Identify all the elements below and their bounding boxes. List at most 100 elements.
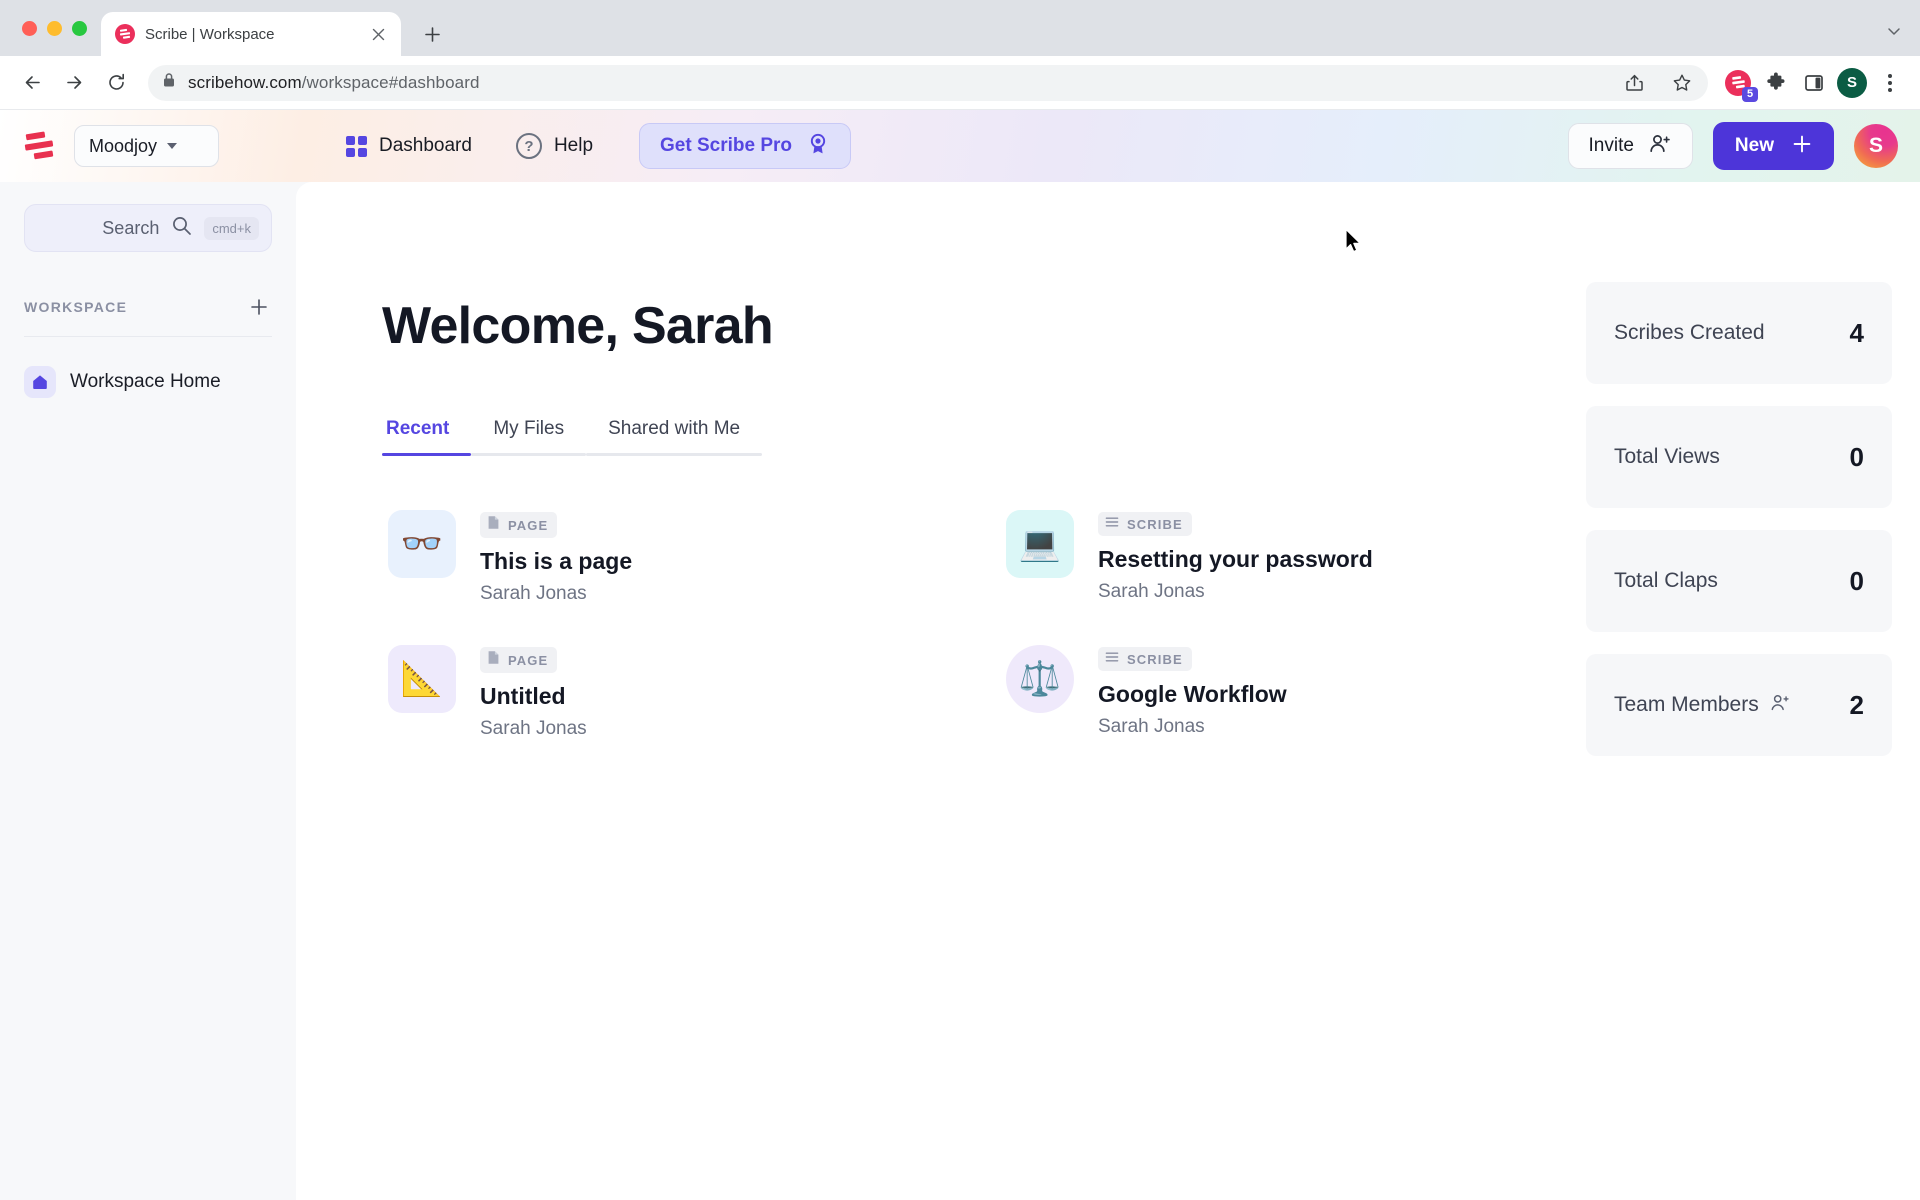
item-author: Sarah Jonas bbox=[1098, 716, 1205, 737]
workspace-selector[interactable]: Moodjoy bbox=[74, 125, 219, 167]
browser-tab[interactable]: Scribe | Workspace bbox=[101, 12, 401, 56]
recent-items-grid: 👓 PAGE This is a page Sarah Jonas 💻 SCRI… bbox=[382, 500, 1562, 750]
invite-label: Invite bbox=[1588, 135, 1634, 156]
workspace-name: Moodjoy bbox=[89, 135, 158, 156]
document-icon bbox=[487, 650, 500, 670]
bookmark-star-icon[interactable] bbox=[1666, 67, 1698, 99]
get-scribe-pro-label: Get Scribe Pro bbox=[660, 135, 793, 156]
list-icon bbox=[1105, 515, 1119, 533]
nav-item-help-label: Help bbox=[553, 135, 594, 156]
user-plus-icon bbox=[1648, 132, 1672, 161]
add-workspace-item-button[interactable] bbox=[246, 294, 272, 320]
stat-label: Scribes Created bbox=[1614, 321, 1765, 344]
maximize-window-button[interactable] bbox=[72, 20, 87, 36]
forward-icon[interactable] bbox=[56, 65, 92, 101]
status-badge: SCRIBE bbox=[1098, 647, 1192, 671]
sidebar-section-workspace: WORKSPACE bbox=[24, 294, 272, 337]
stat-card-total-views: Total Views 0 bbox=[1586, 406, 1892, 508]
item-thumbnail: ⚖️ bbox=[1006, 645, 1074, 713]
tab-shared-with-me[interactable]: Shared with Me bbox=[586, 418, 763, 456]
new-tab-button[interactable] bbox=[415, 17, 449, 51]
search-shortcut-chip: cmd+k bbox=[204, 216, 259, 240]
item-thumbnail: 💻 bbox=[1006, 510, 1074, 578]
item-title: Resetting your password bbox=[1098, 546, 1373, 572]
get-scribe-pro-button[interactable]: Get Scribe Pro bbox=[639, 123, 852, 169]
tab-active-underline bbox=[382, 453, 472, 456]
status-badge-label: SCRIBE bbox=[1127, 651, 1183, 667]
item-thumbnail: 👓 bbox=[388, 510, 456, 578]
item-author: Sarah Jonas bbox=[480, 583, 587, 604]
nav-item-help[interactable]: ? Help bbox=[494, 124, 615, 168]
item-author: Sarah Jonas bbox=[1098, 581, 1205, 602]
nav-item-dashboard-label: Dashboard bbox=[379, 135, 472, 156]
lock-icon bbox=[162, 72, 176, 93]
side-panel-icon[interactable] bbox=[1798, 67, 1830, 99]
extensions-puzzle-icon[interactable] bbox=[1760, 67, 1792, 99]
chevron-down-icon bbox=[167, 143, 178, 149]
award-ribbon-icon bbox=[806, 132, 830, 161]
status-badge-label: SCRIBE bbox=[1127, 516, 1183, 532]
browser-toolbar: scribehow.com/workspace#dashboard 5 S bbox=[0, 56, 1920, 110]
sidebar-section-label: WORKSPACE bbox=[24, 299, 128, 315]
tab-divider bbox=[471, 453, 587, 456]
search-input[interactable]: Search cmd+k bbox=[24, 204, 272, 252]
browser-profile-icon[interactable]: S bbox=[1836, 67, 1868, 99]
user-plus-icon bbox=[1769, 692, 1791, 719]
status-badge: PAGE bbox=[480, 647, 558, 673]
stat-card-team-members[interactable]: Team Members 2 bbox=[1586, 654, 1892, 756]
item-author: Sarah Jonas bbox=[480, 718, 587, 739]
item-title: This is a page bbox=[480, 548, 633, 574]
stat-label: Team Members bbox=[1614, 693, 1759, 716]
scribe-favicon-icon bbox=[115, 24, 135, 44]
stats-panel: Scribes Created 4 Total Views 0 Total Cl… bbox=[1586, 282, 1892, 756]
search-label: Search bbox=[102, 217, 160, 238]
invite-button[interactable]: Invite bbox=[1567, 123, 1693, 169]
minimize-window-button[interactable] bbox=[47, 20, 62, 36]
stat-label: Total Claps bbox=[1614, 569, 1718, 592]
browser-window: Scribe | Workspace scribehow.com/workspa… bbox=[0, 0, 1920, 1200]
plus-icon bbox=[1792, 134, 1812, 159]
sidebar-item-workspace-home-label: Workspace Home bbox=[70, 371, 221, 392]
help-circle-icon: ? bbox=[515, 133, 542, 159]
header-actions: Invite New S bbox=[1567, 122, 1898, 170]
status-badge-label: PAGE bbox=[508, 517, 549, 533]
stat-label: Total Views bbox=[1614, 445, 1720, 468]
scribe-logo[interactable] bbox=[22, 129, 56, 163]
header-nav: Dashboard ? Help Get Scribe Pro bbox=[324, 123, 852, 169]
stat-value: 0 bbox=[1849, 441, 1864, 472]
status-badge: SCRIBE bbox=[1098, 512, 1192, 536]
new-button[interactable]: New bbox=[1712, 122, 1834, 170]
close-window-button[interactable] bbox=[22, 20, 37, 36]
nav-item-dashboard[interactable]: Dashboard bbox=[324, 124, 494, 168]
stat-value: 4 bbox=[1849, 317, 1864, 348]
status-badge-label: PAGE bbox=[508, 652, 549, 668]
stat-value: 0 bbox=[1849, 565, 1864, 596]
tab-my-files[interactable]: My Files bbox=[471, 418, 587, 456]
list-icon bbox=[1105, 650, 1119, 668]
list-item[interactable]: 💻 SCRIBE Resetting your password Sarah J… bbox=[1000, 500, 1520, 615]
browser-tab-title: Scribe | Workspace bbox=[145, 25, 275, 43]
stat-card-total-claps: Total Claps 0 bbox=[1586, 530, 1892, 632]
search-icon bbox=[171, 215, 192, 241]
close-tab-icon[interactable] bbox=[367, 23, 389, 45]
address-bar[interactable]: scribehow.com/workspace#dashboard bbox=[148, 64, 1708, 101]
item-title: Google Workflow bbox=[1098, 681, 1287, 707]
document-icon bbox=[487, 515, 500, 535]
list-item[interactable]: 📐 PAGE Untitled Sarah Jonas bbox=[382, 635, 902, 750]
sidebar-item-workspace-home[interactable]: Workspace Home bbox=[24, 359, 272, 405]
app-body: Search cmd+k WORKSPACE Workspace Home We… bbox=[0, 182, 1920, 1200]
share-icon[interactable] bbox=[1618, 67, 1650, 99]
tab-divider bbox=[586, 453, 763, 456]
extension-badge-count: 5 bbox=[1742, 86, 1758, 102]
list-item[interactable]: 👓 PAGE This is a page Sarah Jonas bbox=[382, 500, 902, 615]
window-controls bbox=[14, 0, 101, 56]
tab-recent[interactable]: Recent bbox=[382, 418, 472, 456]
browser-menu-icon[interactable] bbox=[1874, 67, 1906, 99]
status-badge: PAGE bbox=[480, 512, 558, 538]
reload-icon[interactable] bbox=[98, 65, 134, 101]
avatar[interactable]: S bbox=[1854, 124, 1898, 168]
tab-list-chevron-down-icon[interactable] bbox=[1886, 23, 1902, 44]
scribe-extension-icon[interactable]: 5 bbox=[1722, 67, 1758, 102]
list-item[interactable]: ⚖️ SCRIBE Google Workflow Sarah Jonas bbox=[1000, 635, 1520, 750]
back-icon[interactable] bbox=[14, 65, 50, 101]
